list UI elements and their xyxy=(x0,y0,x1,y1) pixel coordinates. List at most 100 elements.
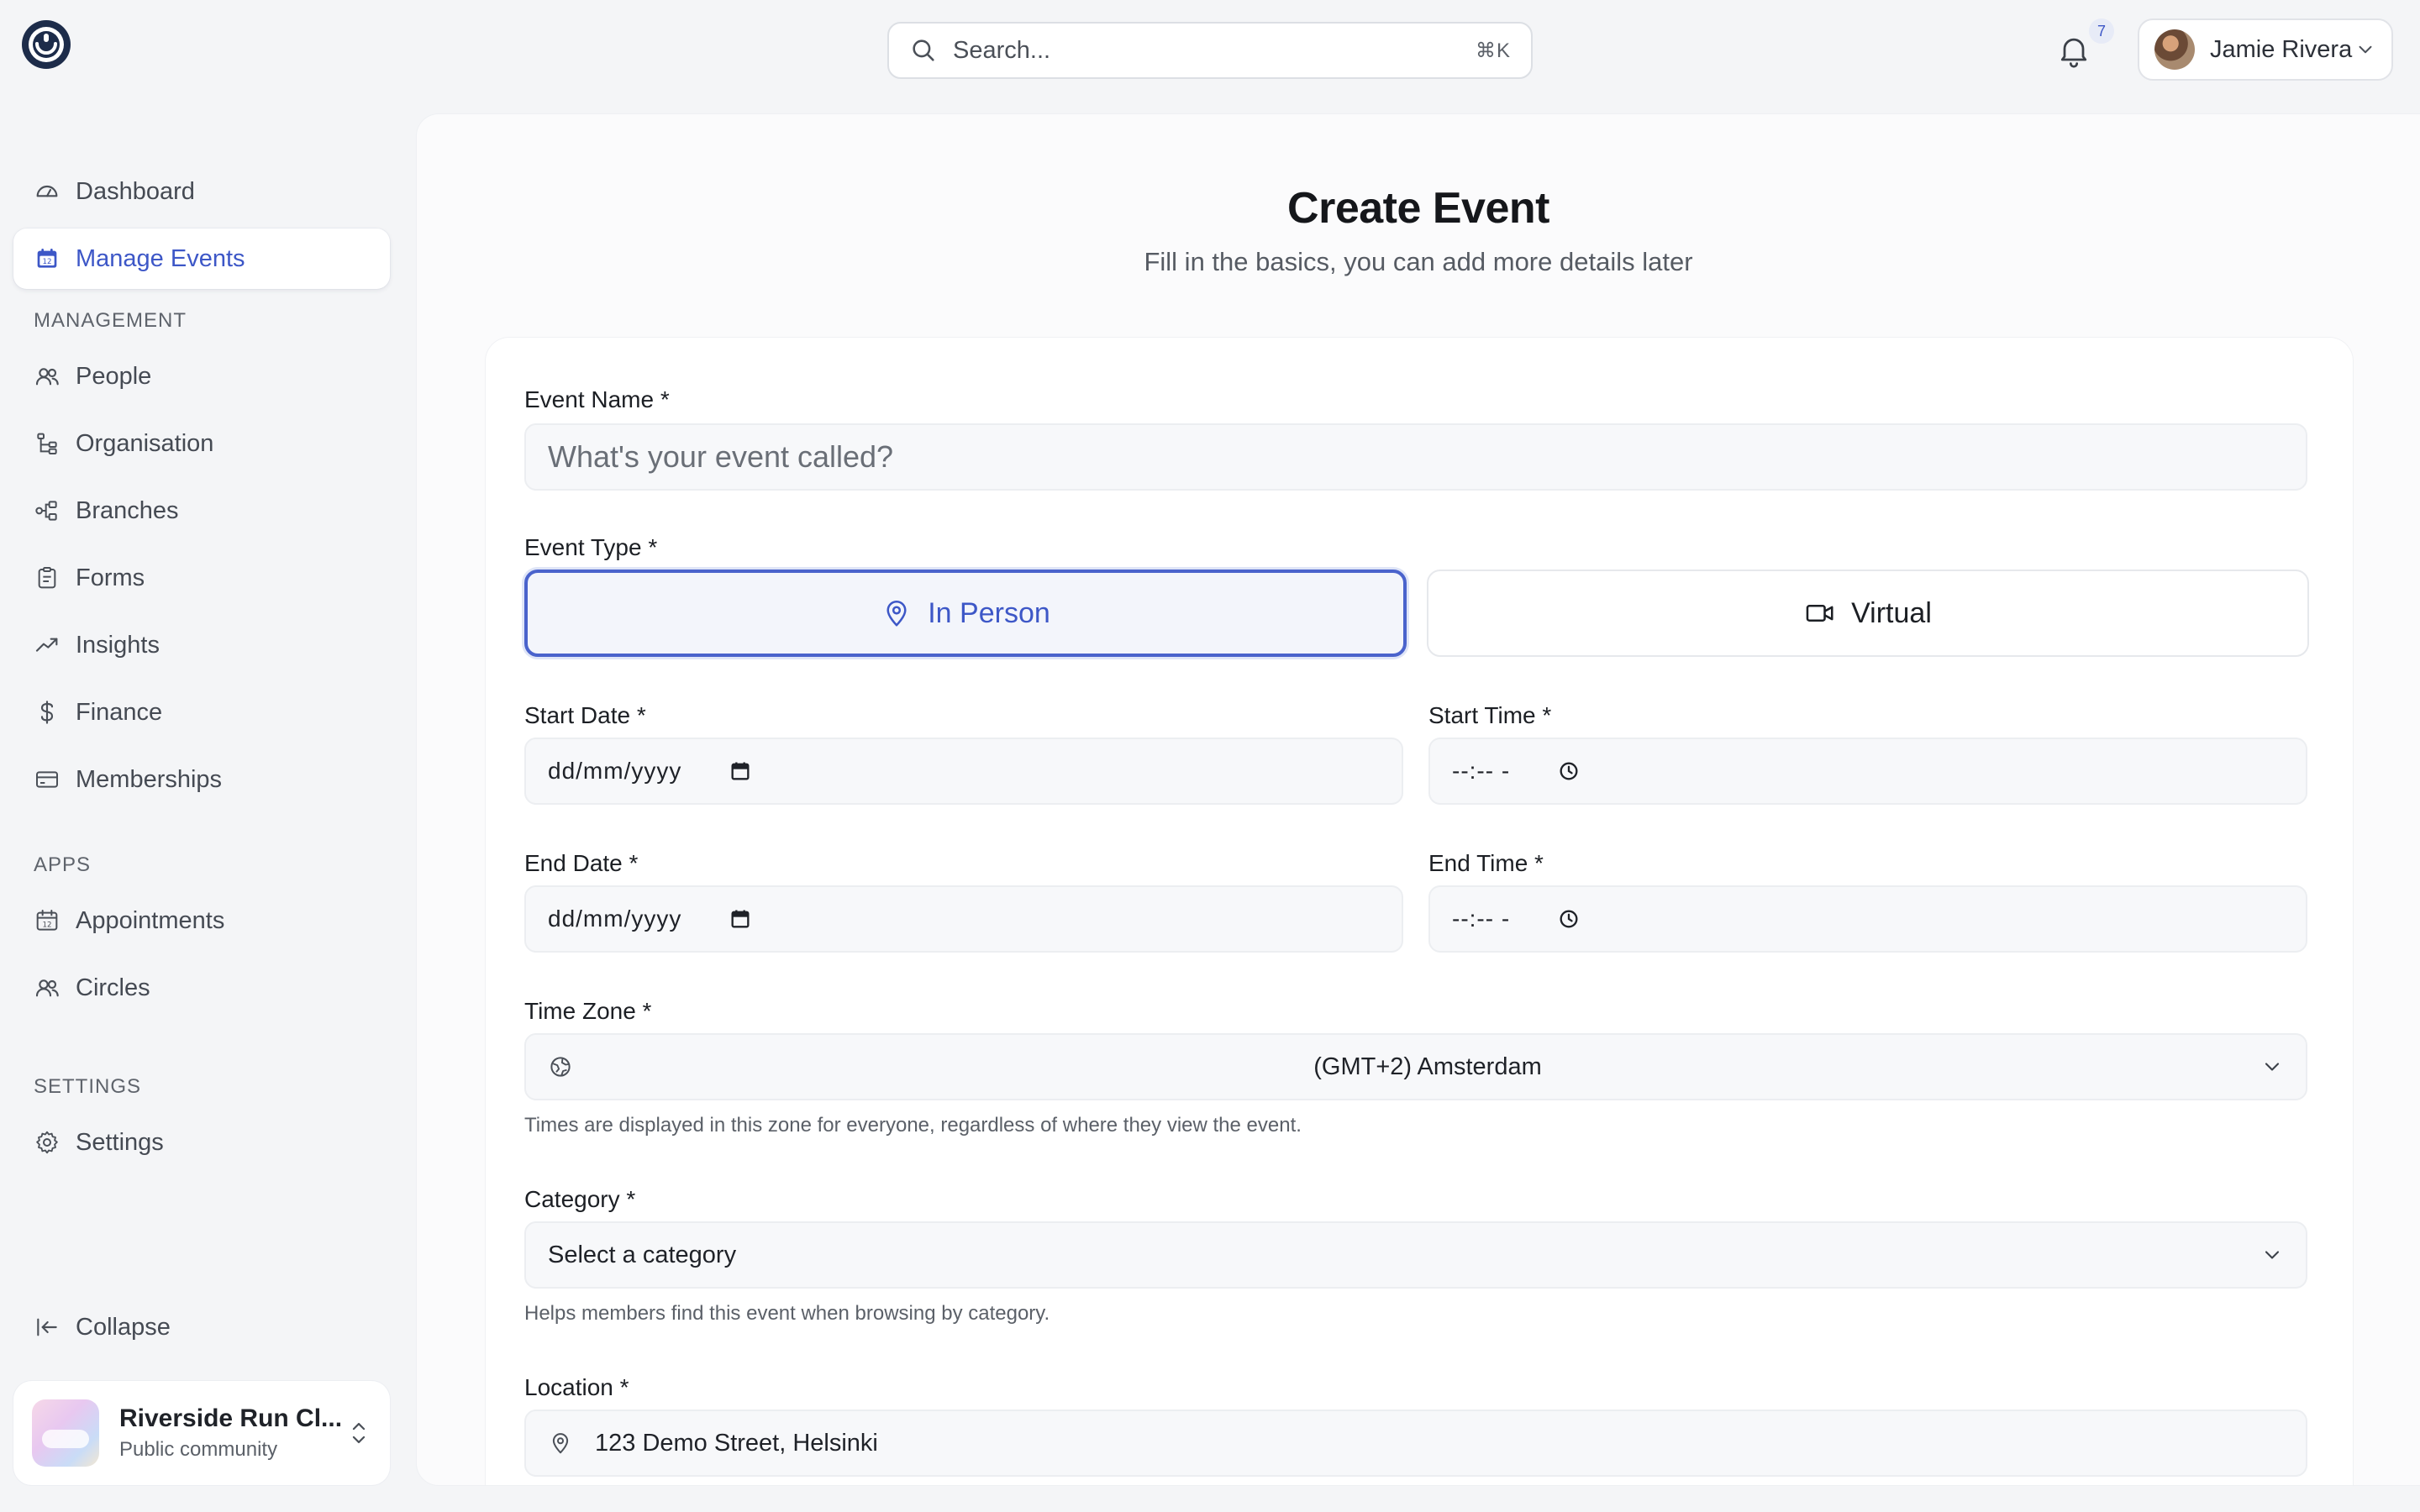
section-label-management: MANAGEMENT xyxy=(34,309,187,332)
search-bar[interactable]: Search... ⌘K xyxy=(887,22,1533,79)
globe-icon xyxy=(550,1057,571,1077)
card-icon xyxy=(36,771,58,788)
collapse-sidebar-button[interactable]: Collapse xyxy=(13,1297,390,1357)
notification-badge: 7 xyxy=(2089,18,2114,44)
sidebar-item-label: Insights xyxy=(76,631,160,659)
search-icon xyxy=(913,39,934,61)
page-title: Create Event xyxy=(1287,184,1549,233)
sidebar-item-label: Memberships xyxy=(76,765,223,793)
location-pin-icon xyxy=(552,1433,569,1454)
end-time-placeholder: --:-- - xyxy=(1452,906,1511,932)
trend-icon xyxy=(35,638,58,652)
video-camera-icon xyxy=(1806,605,1833,622)
sidebar-item-label: Organisation xyxy=(76,429,214,457)
clock-icon[interactable] xyxy=(1557,759,1581,783)
sidebar-item-label: People xyxy=(76,362,152,390)
create-event-form: Event Name * What's your event called? E… xyxy=(486,338,2353,1485)
sidebar-item-dashboard[interactable]: Dashboard xyxy=(13,161,390,222)
sidebar-item-people[interactable]: People xyxy=(13,346,390,407)
svg-text:12: 12 xyxy=(42,258,51,266)
svg-text:12: 12 xyxy=(42,921,51,929)
event-name-input[interactable]: What's your event called? xyxy=(524,423,2307,491)
location-value: 123 Demo Street, Helsinki xyxy=(595,1429,878,1457)
event-type-in-person[interactable]: In Person xyxy=(524,570,1407,657)
sidebar-item-manage-events[interactable]: 12 Manage Events xyxy=(13,228,390,289)
chevron-down-icon xyxy=(2265,1251,2280,1259)
search-input[interactable]: Search... xyxy=(953,37,1476,65)
start-date-label: Start Date * xyxy=(524,702,646,728)
end-date-label: End Date * xyxy=(524,850,639,876)
user-menu-button[interactable]: Jamie Rivera xyxy=(2138,18,2393,81)
start-time-label: Start Time * xyxy=(1428,702,1552,728)
sidebar-item-label: Appointments xyxy=(76,906,225,934)
page-subtitle: Fill in the basics, you can add more det… xyxy=(1144,247,1693,276)
calendar-icon[interactable] xyxy=(729,907,752,931)
avatar xyxy=(2154,29,2195,70)
clipboard-icon xyxy=(38,567,56,589)
community-switcher[interactable]: Riverside Run Cl... Public community xyxy=(13,1381,390,1485)
end-time-input[interactable]: --:-- - xyxy=(1428,885,2307,953)
sidebar-item-forms[interactable]: Forms xyxy=(13,548,390,608)
community-subtitle: Public community xyxy=(119,1438,278,1461)
calendar-icon: 12 xyxy=(37,249,57,268)
location-pin-icon xyxy=(886,601,907,627)
people-icon xyxy=(35,979,59,997)
event-type-label: Event Type * xyxy=(524,534,658,560)
section-label-apps: APPS xyxy=(34,853,92,876)
sidebar: Dashboard 12 Manage Events MANAGEMENT Pe… xyxy=(0,118,403,1512)
category-value: Select a category xyxy=(548,1241,737,1268)
dollar-icon xyxy=(40,701,54,724)
sidebar-item-settings[interactable]: Settings xyxy=(13,1112,390,1173)
time-zone-select[interactable]: (GMT+2) Amsterdam xyxy=(524,1033,2307,1100)
virtual-label: Virtual xyxy=(1851,596,1932,629)
in-person-label: In Person xyxy=(928,596,1050,629)
location-label: Location * xyxy=(524,1374,629,1400)
sidebar-item-label: Branches xyxy=(76,496,179,524)
sidebar-item-appointments[interactable]: 12 Appointments xyxy=(13,890,390,951)
sidebar-item-organisation[interactable]: Organisation xyxy=(13,413,390,474)
chevron-down-icon xyxy=(2265,1063,2280,1071)
main-panel: Create Event Fill in the basics, you can… xyxy=(417,114,2420,1485)
calendar-icon: 12 xyxy=(36,910,58,931)
chevron-down-icon xyxy=(2359,45,2372,54)
notifications-button[interactable] xyxy=(2055,32,2096,72)
gauge-icon xyxy=(36,186,58,197)
start-date-input[interactable]: dd/mm/yyyy xyxy=(524,738,1403,805)
end-date-placeholder: dd/mm/yyyy xyxy=(548,906,682,932)
user-name: Jamie Rivera xyxy=(2210,35,2353,63)
community-thumbnail xyxy=(32,1399,99,1467)
hierarchy-icon xyxy=(37,433,57,454)
start-date-placeholder: dd/mm/yyyy xyxy=(548,758,682,784)
event-type-virtual[interactable]: Virtual xyxy=(1427,570,2309,657)
clock-icon[interactable] xyxy=(1557,907,1581,931)
sidebar-item-label: Forms xyxy=(76,564,145,591)
bell-icon xyxy=(2060,38,2087,68)
logo-icon xyxy=(22,20,71,69)
sidebar-item-branches[interactable]: Branches xyxy=(13,480,390,541)
sidebar-item-memberships[interactable]: Memberships xyxy=(13,749,390,810)
time-zone-hint: Times are displayed in this zone for eve… xyxy=(524,1114,1302,1137)
people-icon xyxy=(35,368,59,386)
start-time-placeholder: --:-- - xyxy=(1452,758,1511,784)
event-name-label: Event Name * xyxy=(524,386,670,412)
time-zone-label: Time Zone * xyxy=(524,998,652,1024)
app-logo[interactable] xyxy=(20,18,72,71)
category-hint: Helps members find this event when brows… xyxy=(524,1302,1050,1325)
sidebar-item-label: Manage Events xyxy=(76,244,245,272)
collapse-icon xyxy=(37,1318,57,1336)
collapse-label: Collapse xyxy=(76,1313,171,1341)
start-time-input[interactable]: --:-- - xyxy=(1428,738,2307,805)
sidebar-item-label: Settings xyxy=(76,1128,164,1156)
location-input[interactable]: 123 Demo Street, Helsinki xyxy=(524,1410,2307,1477)
sidebar-item-circles[interactable]: Circles xyxy=(13,958,390,1018)
calendar-icon[interactable] xyxy=(729,759,752,783)
sidebar-item-insights[interactable]: Insights xyxy=(13,615,390,675)
end-time-label: End Time * xyxy=(1428,850,1544,876)
sidebar-item-label: Finance xyxy=(76,698,163,726)
event-name-placeholder: What's your event called? xyxy=(548,439,894,474)
category-select[interactable]: Select a category xyxy=(524,1221,2307,1289)
chevron-up-down-icon xyxy=(352,1422,366,1444)
category-label: Category * xyxy=(524,1186,636,1212)
sidebar-item-finance[interactable]: Finance xyxy=(13,682,390,743)
end-date-input[interactable]: dd/mm/yyyy xyxy=(524,885,1403,953)
